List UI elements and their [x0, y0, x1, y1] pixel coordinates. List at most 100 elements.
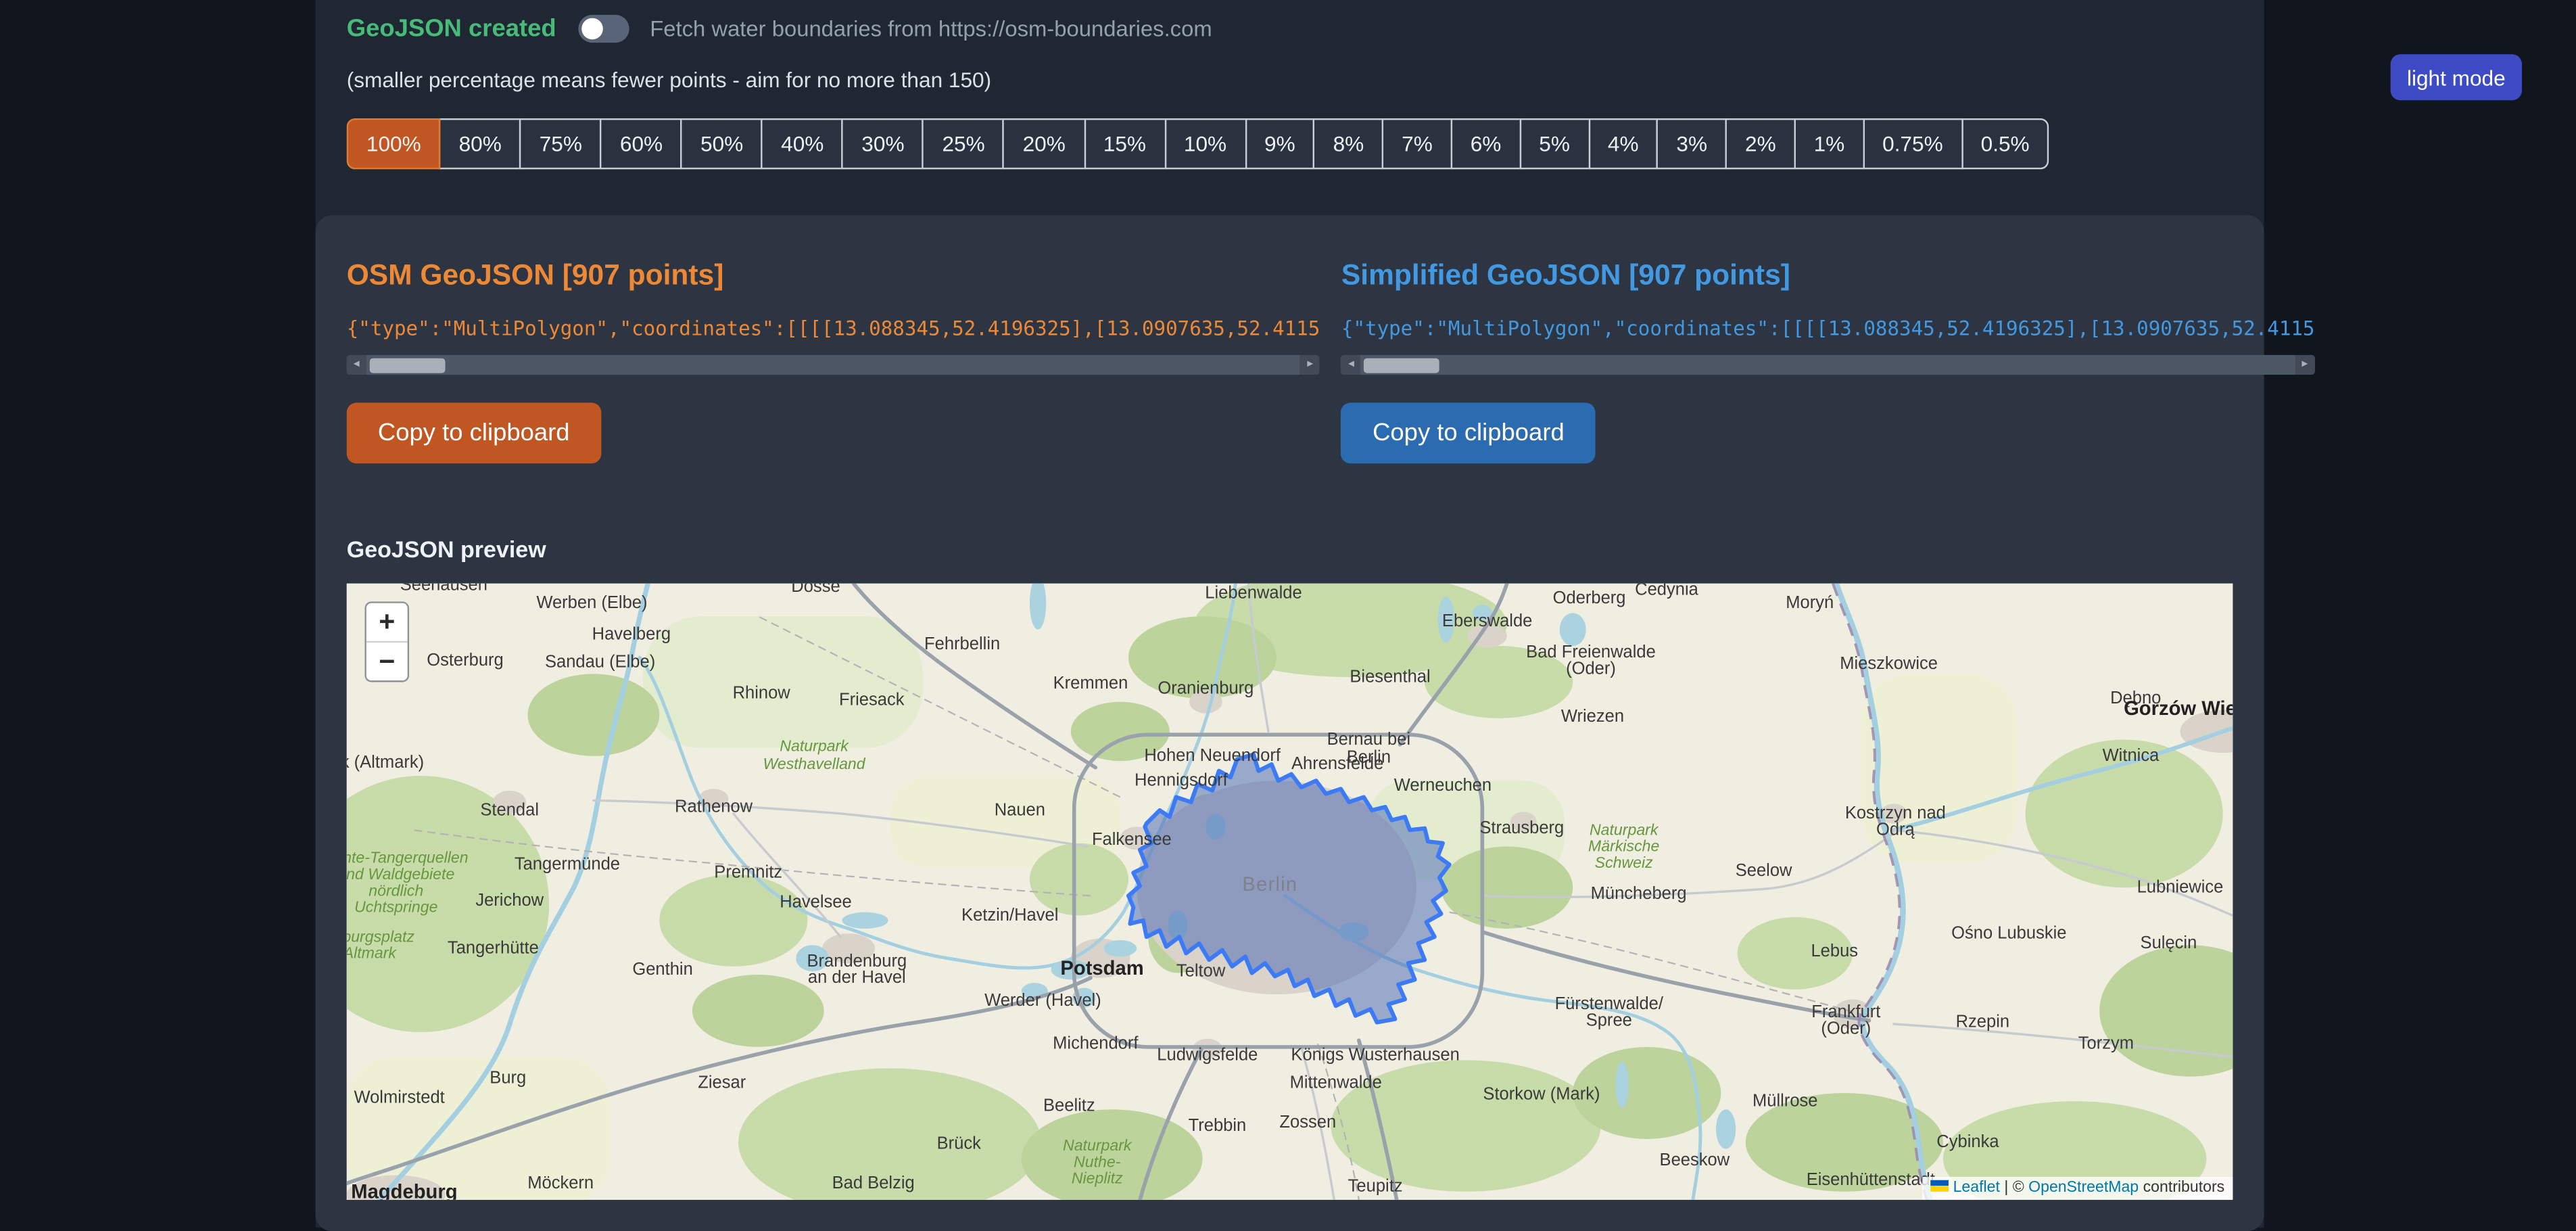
- percent-button-30[interactable]: 30%: [842, 118, 924, 169]
- percent-button-75[interactable]: 75%: [520, 118, 602, 169]
- percent-button-0_5[interactable]: 0.5%: [1961, 118, 2049, 169]
- map-label: Westhavelland: [763, 755, 865, 772]
- map-label: Bernau bei: [1327, 730, 1411, 749]
- map-label: Michendorf: [1053, 1033, 1139, 1052]
- map-label: Mittenwalde: [1290, 1073, 1382, 1092]
- map-label: Potsdam: [1060, 958, 1143, 979]
- map-label: Königs Wusterhausen: [1291, 1045, 1459, 1064]
- map-label: Odrą: [1876, 820, 1915, 839]
- percent-button-2[interactable]: 2%: [1725, 118, 1796, 169]
- leaflet-link[interactable]: Leaflet: [1953, 1178, 2000, 1197]
- percent-button-4[interactable]: 4%: [1588, 118, 1659, 169]
- zoom-control: + −: [364, 601, 409, 682]
- map-label: Müllrose: [1752, 1091, 1818, 1110]
- light-mode-button[interactable]: light mode: [2391, 54, 2522, 100]
- map-label: Schweiz: [1595, 854, 1654, 871]
- map-label: Witnica: [2103, 746, 2160, 765]
- map-label: Torzym: [2078, 1033, 2134, 1052]
- percent-button-10[interactable]: 10%: [1164, 118, 1247, 169]
- geojson-panel: OSM GeoJSON [907 points] {"type":"MultiP…: [316, 215, 2264, 1231]
- map-svg: SeehausenLiebenwaldeOderbergCedyniaMoryń…: [347, 584, 2233, 1200]
- percent-button-3[interactable]: 3%: [1656, 118, 1727, 169]
- osm-copy-button[interactable]: Copy to clipboard: [347, 402, 601, 463]
- map-label: Rzepin: [1956, 1013, 2010, 1031]
- attribution-copyright: ©: [2013, 1178, 2024, 1197]
- map-label: Burg: [490, 1068, 526, 1087]
- percent-button-60[interactable]: 60%: [600, 118, 683, 169]
- scroll-right-arrow-icon[interactable]: ►: [1300, 355, 1320, 375]
- map-label: Genthin: [632, 960, 692, 979]
- map-label: Ośno Lubuskie: [1951, 924, 2066, 943]
- percent-button-15[interactable]: 15%: [1084, 118, 1166, 169]
- water-boundaries-toggle[interactable]: [577, 15, 628, 43]
- map-label: Uchtspringe: [354, 898, 437, 916]
- map-label: ark (Altmark): [347, 753, 424, 772]
- scroll-right-arrow-icon[interactable]: ►: [2295, 355, 2314, 375]
- map-label: (Oder): [1566, 659, 1616, 678]
- map-label: Gorzów Wielkopolski: [2124, 698, 2233, 720]
- osm-scroll-track[interactable]: [366, 355, 1300, 375]
- map-label: Hennigsdorf: [1135, 771, 1229, 790]
- map-label: Werneuchen: [1394, 776, 1492, 795]
- osm-column: OSM GeoJSON [907 points] {"type":"MultiP…: [347, 247, 1320, 464]
- map-label: Altmark: [347, 944, 398, 962]
- map-label: Moryń: [1786, 593, 1834, 612]
- map-label: Naturpark: [1063, 1136, 1132, 1154]
- percent-button-20[interactable]: 20%: [1003, 118, 1085, 169]
- map-label: Ludwigsfelde: [1157, 1045, 1258, 1064]
- zoom-out-button[interactable]: −: [366, 641, 408, 680]
- scroll-left-arrow-icon[interactable]: ◄: [1341, 355, 1361, 375]
- percent-button-50[interactable]: 50%: [681, 118, 763, 169]
- percent-button-9[interactable]: 9%: [1245, 118, 1315, 169]
- status-text: GeoJSON created: [347, 15, 556, 43]
- map-container[interactable]: SeehausenLiebenwaldeOderbergCedyniaMoryń…: [347, 584, 2233, 1200]
- simplified-scroll-track[interactable]: [1361, 355, 2295, 375]
- map-label: Brück: [937, 1134, 982, 1153]
- map-label: Werder (Havel): [984, 991, 1101, 1010]
- map-label: Biesenthal: [1350, 667, 1430, 686]
- map-label: Premnitz: [714, 863, 782, 882]
- map-label: Cybinka: [1936, 1132, 1999, 1151]
- toggle-label: Fetch water boundaries from https://osm-…: [650, 16, 1212, 41]
- simplified-scroll-thumb[interactable]: [1364, 358, 1440, 373]
- map-label: Naturpark: [780, 737, 849, 755]
- attribution-contributors: contributors: [2143, 1178, 2225, 1197]
- simplified-column: Simplified GeoJSON [907 points] {"type":…: [1341, 247, 2315, 464]
- percent-button-7[interactable]: 7%: [1382, 118, 1452, 169]
- geojson-columns: OSM GeoJSON [907 points] {"type":"MultiP…: [347, 247, 2233, 464]
- map-label: Falkensee: [1092, 830, 1172, 849]
- scroll-left-arrow-icon[interactable]: ◄: [347, 355, 366, 375]
- map-label: Wolmirstedt: [354, 1088, 444, 1107]
- simplified-json-preview: {"type":"MultiPolygon","coordinates":[[[…: [1341, 317, 2315, 340]
- percent-button-group: 100%80%75%60%50%40%30%25%20%15%10%9%8%7%…: [347, 118, 2264, 169]
- osm-scroll-thumb[interactable]: [370, 358, 446, 373]
- map-label: Ahrensfelde: [1291, 754, 1383, 773]
- simplified-copy-button[interactable]: Copy to clipboard: [1341, 402, 1596, 463]
- simplified-horizontal-scrollbar: ◄ ►: [1341, 355, 2315, 375]
- percent-button-6[interactable]: 6%: [1451, 118, 1521, 169]
- percent-button-1[interactable]: 1%: [1794, 118, 1864, 169]
- zoom-in-button[interactable]: +: [366, 603, 408, 641]
- osm-horizontal-scrollbar: ◄ ►: [347, 355, 1320, 375]
- percent-button-40[interactable]: 40%: [761, 118, 844, 169]
- preview-title: GeoJSON preview: [347, 536, 2233, 562]
- percent-button-100[interactable]: 100%: [347, 118, 441, 169]
- map-label: Magdeburg: [351, 1181, 457, 1199]
- map-label: Fehrbellin: [924, 634, 1000, 653]
- map-label: Märkische: [1588, 837, 1659, 855]
- map-label: Ziesar: [698, 1073, 746, 1092]
- map-label: nördlich: [368, 881, 423, 899]
- map-label: Berlin: [1242, 874, 1297, 896]
- percent-button-8[interactable]: 8%: [1313, 118, 1383, 169]
- map-label: Lebus: [1811, 942, 1858, 960]
- map-label: Spree: [1586, 1011, 1632, 1029]
- percent-button-80[interactable]: 80%: [439, 118, 521, 169]
- map-label: Storkow (Mark): [1483, 1085, 1600, 1104]
- map-label: Ketzin/Havel: [961, 906, 1058, 925]
- percent-button-25[interactable]: 25%: [922, 118, 1005, 169]
- percent-button-0_75[interactable]: 0.75%: [1863, 118, 1963, 169]
- map-label: Mieszkowice: [1840, 654, 1938, 673]
- map-label: Tangerhütte: [448, 938, 539, 957]
- percent-button-5[interactable]: 5%: [1519, 118, 1590, 169]
- openstreetmap-link[interactable]: OpenStreetMap: [2028, 1178, 2139, 1197]
